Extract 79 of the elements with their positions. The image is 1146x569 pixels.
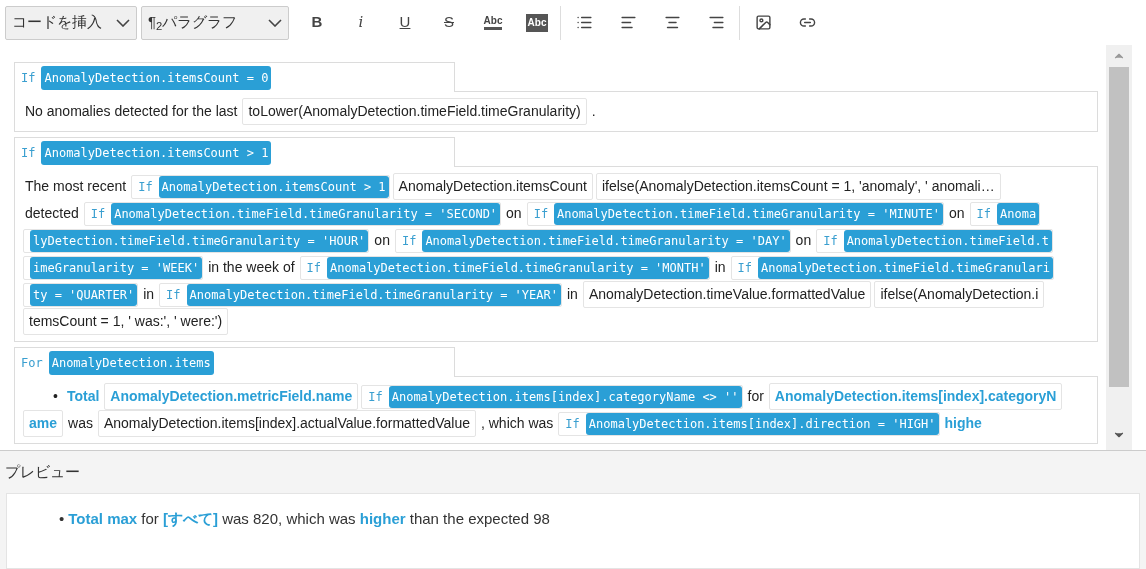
template-text: in the week of — [207, 258, 296, 277]
template-text: in — [142, 285, 156, 304]
template-text: on — [948, 204, 966, 223]
template-text: in — [566, 285, 579, 304]
if-keyword: If — [976, 205, 993, 223]
bullet: • — [52, 387, 59, 406]
expression-token[interactable]: AnomalyDetection.items[index].categoryN — [768, 383, 1063, 410]
block-keyword: If — [21, 69, 36, 87]
condition-token[interactable]: AnomalyDetection.timeField.timeGranularity = 'SECOND' — [111, 202, 501, 225]
template-text: The most recent — [24, 177, 128, 196]
condition-token[interactable]: imeGranularity = 'WEEK' — [30, 256, 203, 279]
condition-token[interactable]: AnomalyDetection.itemsCount > 1 — [158, 175, 389, 198]
template-text: for — [746, 387, 765, 406]
if-keyword: If — [306, 259, 322, 277]
block-condition[interactable]: AnomalyDetection.itemsCount = 0 — [41, 65, 272, 90]
list-icon — [575, 14, 593, 31]
expression-token[interactable]: AnomalyDetection.timeValue.formattedValue — [582, 281, 872, 308]
if-keyword: If — [565, 415, 581, 433]
condition-token[interactable]: Anoma — [997, 202, 1040, 225]
align-right-icon — [707, 14, 725, 31]
if-keyword: If — [737, 259, 754, 277]
strikethrough-button[interactable]: S — [427, 7, 471, 38]
template-text: No anomalies detected for the last — [24, 102, 239, 121]
template-text: detected — [24, 204, 80, 223]
if-keyword: If — [90, 205, 107, 223]
block-condition[interactable]: AnomalyDetection.items — [48, 350, 214, 375]
condition-token[interactable]: ty = 'QUARTER' — [30, 283, 138, 306]
if-keyword: If — [368, 388, 384, 406]
chevron-icon — [116, 18, 130, 27]
align-center-icon — [663, 14, 681, 31]
text-color-button[interactable]: Abc — [471, 7, 515, 38]
template-text: , which was — [479, 414, 555, 433]
chevron-icon — [268, 18, 282, 27]
image-icon — [754, 14, 772, 31]
bold-text: Total — [65, 387, 101, 406]
template-text: on — [505, 204, 523, 223]
condition-token[interactable]: AnomalyDetection.items[index].direction = 'HIGH' — [585, 412, 939, 435]
expression-token[interactable]: AnomalyDetection.metricField.name — [104, 383, 359, 410]
expression-token[interactable]: temsCount = 1, ' was:', ' were:') — [23, 308, 229, 335]
expression-token[interactable]: ame — [23, 410, 64, 437]
italic-button[interactable]: i — [339, 7, 383, 38]
highlight-button[interactable]: Abc — [515, 7, 559, 38]
condition-token[interactable]: AnomalyDetection.timeField.timeGranulari — [758, 256, 1054, 279]
template-text: was — [67, 414, 94, 433]
scroll-thumb[interactable] — [1109, 67, 1129, 387]
expression-token[interactable]: toLower(AnomalyDetection.timeField.timeGranularity) — [242, 98, 587, 125]
condition-token[interactable]: AnomalyDetection.items[index].categoryName <> '' — [388, 385, 742, 408]
condition-token[interactable]: AnomalyDetection.timeField.timeGranularity = 'DAY' — [422, 229, 790, 252]
condition-token[interactable]: lyDetection.timeField.timeGranularity = 'HOUR' — [30, 229, 369, 252]
bold-text: highe — [943, 414, 983, 433]
dropdown[interactable]: コードを挿入 — [5, 5, 137, 40]
underline-button[interactable]: U — [383, 7, 427, 38]
condition-token[interactable]: AnomalyDetection.timeField.timeGranularity = 'MINUTE' — [554, 202, 943, 225]
if-keyword: If — [166, 286, 182, 304]
expression-token[interactable]: ifelse(AnomalyDetection.itemsCount = 1, 'anomaly', ' anomali… — [595, 173, 1001, 200]
expression-token[interactable]: ifelse(AnomalyDetection.i — [874, 281, 1045, 308]
align-left-icon — [619, 14, 637, 31]
scrollbar[interactable] — [1106, 45, 1132, 450]
preview-title: プレビュー — [4, 461, 81, 482]
if-keyword: If — [401, 232, 418, 250]
condition-token[interactable]: AnomalyDetection.timeField.timeGranularity = 'MONTH' — [327, 256, 709, 279]
expression-token[interactable]: AnomalyDetection.items[index].actualValue.formattedValue — [97, 410, 476, 437]
if-keyword: If — [533, 205, 550, 223]
template-text: in — [713, 258, 727, 277]
block-condition[interactable]: AnomalyDetection.itemsCount > 1 — [41, 140, 272, 165]
preview-sentence: Total max for [すべて] was 820, which was higher than the expected 98 — [68, 509, 550, 529]
dropdown[interactable]: ¶$_{2}$パラグラフ — [141, 5, 289, 40]
if-keyword: If — [823, 232, 839, 250]
template-text: on — [794, 231, 813, 250]
template-text: . — [590, 102, 597, 121]
condition-token[interactable]: AnomalyDetection.timeField.t — [843, 229, 1052, 252]
bullet: • — [59, 509, 65, 529]
if-keyword: If — [138, 178, 154, 196]
block-keyword: For — [21, 354, 43, 372]
block-keyword: If — [21, 144, 36, 162]
template-text: on — [373, 231, 391, 250]
condition-token[interactable]: AnomalyDetection.timeField.timeGranularity = 'YEAR' — [186, 283, 561, 306]
expression-token[interactable]: AnomalyDetection.itemsCount — [392, 173, 593, 200]
bold-button[interactable]: B — [295, 7, 339, 38]
